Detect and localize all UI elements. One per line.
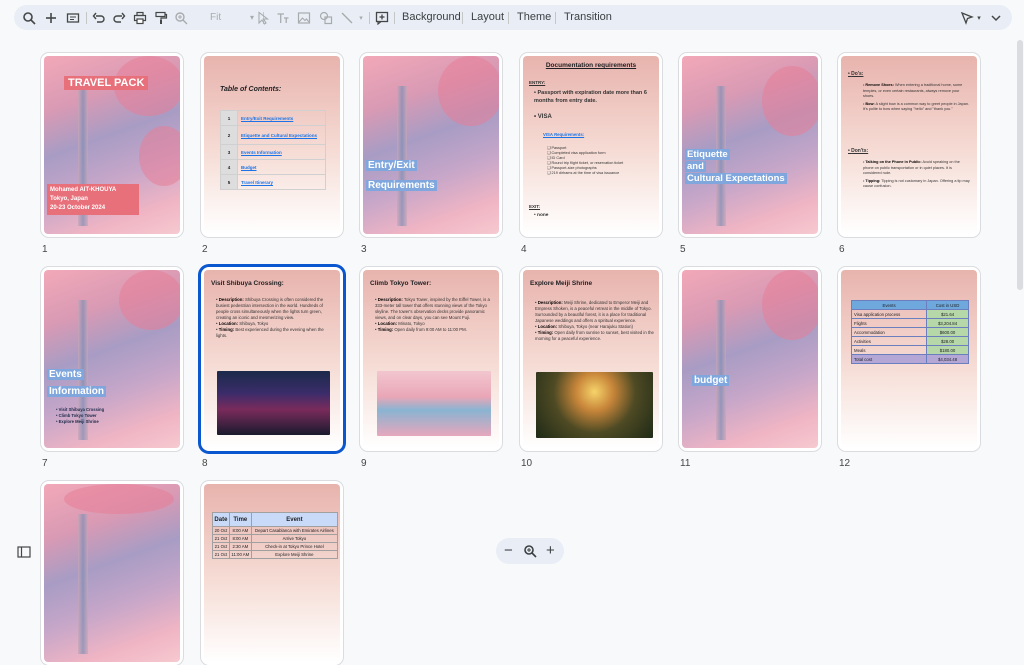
slide-dos-donts: • Do's: • Remove Shoes: When entering a … [841, 56, 977, 234]
author: Mohamed AIT-KHOUYA [50, 187, 117, 193]
chevron-down-icon[interactable]: ▾ [356, 5, 366, 30]
layout-button[interactable]: Layout [471, 5, 504, 30]
meiji-shrine-image [536, 372, 653, 438]
slide-number: 10 [521, 458, 533, 469]
slide-toc: Table of Contents: 1 Entry/Exit Requireme… [204, 56, 340, 234]
slide-section: Entry/Exit Requirements [363, 56, 499, 234]
undo-icon[interactable] [90, 5, 108, 30]
slide-thumbnail-9[interactable]: Climb Tokyo Tower: • Description: Tokyo … [360, 267, 502, 451]
slide-thumbnail-13[interactable] [41, 481, 183, 665]
slide-title: TRAVEL PACK [64, 76, 149, 90]
slide-number: 9 [361, 458, 367, 469]
textbox-icon[interactable] [274, 5, 292, 30]
tokyo-tower-image [377, 371, 491, 436]
redo-icon[interactable] [110, 5, 128, 30]
slide-budget-table: Events Cost in USD Visa application proce… [841, 270, 977, 448]
zoom-icon[interactable] [172, 5, 190, 30]
background-button[interactable]: Background [402, 5, 461, 30]
section-title: budget [692, 375, 730, 386]
new-slide-icon[interactable] [64, 5, 82, 30]
image-icon[interactable] [295, 5, 313, 30]
slide-thumbnail-5[interactable]: Etiquette and Cultural Expectations [679, 53, 821, 237]
toc-link[interactable]: Travel Itinerary [237, 174, 326, 190]
slide-number: 7 [42, 458, 48, 469]
visa-requirements-link[interactable]: VISA Requirements: [543, 132, 584, 138]
cover-info: Mohamed AIT-KHOUYA Tokyo, Japan 20-23 Oc… [47, 184, 139, 215]
section-title: Etiquette and Cultural Expectations [685, 149, 787, 184]
zoom-fit-select[interactable]: Fit ▾ [210, 8, 260, 27]
place: Tokyo, Japan [50, 196, 88, 202]
print-icon[interactable] [131, 5, 149, 30]
slide-title: Climb Tokyo Tower: [370, 280, 432, 287]
chevron-down-icon[interactable] [988, 5, 1004, 30]
zoom-fit-label: Fit [210, 12, 222, 23]
transition-button[interactable]: Transition [564, 5, 612, 30]
slide-number: 12 [839, 458, 851, 469]
toc-link[interactable]: Etiquette and Cultural Expectations [237, 125, 326, 145]
comment-icon[interactable] [373, 5, 391, 30]
slide-event: Visit Shibuya Crossing: • Description: S… [204, 270, 340, 448]
visa-list: ❏ Passport ❏ Completed visa application … [547, 146, 624, 175]
slide-section [44, 484, 180, 662]
scrollbar-thumb[interactable] [1017, 40, 1023, 290]
slide-thumbnail-10[interactable]: Explore Meiji Shrine • Description: Meij… [520, 267, 662, 451]
toolbar: Fit ▾ ▾ Background Layout Theme Transiti… [14, 5, 1012, 30]
slide-event: Explore Meiji Shrine • Description: Meij… [523, 270, 659, 448]
toc-link[interactable]: Entry/Exit Requirements [237, 110, 326, 126]
zoom-out-button[interactable]: − [504, 542, 513, 560]
slide-thumbnail-8[interactable]: Visit Shibuya Crossing: • Description: S… [201, 267, 343, 451]
slide-number: 11 [680, 458, 691, 469]
shape-icon[interactable] [317, 5, 335, 30]
select-icon[interactable] [254, 5, 272, 30]
panel-toggle-icon[interactable] [17, 545, 31, 558]
slide-section: Events Information • Visit Shibuya Cross… [44, 270, 180, 448]
chevron-down-icon[interactable]: ▾ [974, 5, 984, 30]
slide-docs: Documentation requirements ENTRY: • Pass… [523, 56, 659, 234]
zoom-icon[interactable] [523, 542, 537, 560]
search-icon[interactable] [20, 5, 38, 30]
slide-thumbnail-11[interactable]: budget [679, 267, 821, 451]
scrollbar[interactable] [1016, 36, 1024, 576]
slide-thumbnail-4[interactable]: Documentation requirements ENTRY: • Pass… [520, 53, 662, 237]
toc-link[interactable]: Budget [237, 159, 326, 175]
section-title: Entry/Exit Requirements [366, 160, 437, 191]
slide-thumbnail-6[interactable]: • Do's: • Remove Shoes: When entering a … [838, 53, 980, 237]
add-icon[interactable] [42, 5, 60, 30]
slide-section: budget [682, 270, 818, 448]
slide-number: 4 [521, 244, 527, 255]
line-icon[interactable] [338, 5, 356, 30]
slide-title: Explore Meiji Shrine [530, 280, 593, 287]
budget-table: Events Cost in USD Visa application proce… [850, 300, 969, 364]
slide-number: 3 [361, 244, 367, 255]
slide-number: 8 [202, 458, 208, 469]
slide-title: Table of Contents: [220, 86, 282, 93]
slide-title: Visit Shibuya Crossing: [211, 280, 284, 287]
slide-thumbnail-14[interactable]: Date Time Event 20 Oct 8:00 AM Depart Casabl… [201, 481, 343, 665]
slide-thumbnail-7[interactable]: Events Information • Visit Shibuya Cross… [41, 267, 183, 451]
slide-thumbnail-1[interactable]: TRAVEL PACK Mohamed AIT-KHOUYA Tokyo, Ja… [41, 53, 183, 237]
slide-event: Climb Tokyo Tower: • Description: Tokyo … [363, 270, 499, 448]
paint-format-icon[interactable] [152, 5, 170, 30]
slide-thumbnail-3[interactable]: Entry/Exit Requirements [360, 53, 502, 237]
dates: 20-23 October 2024 [50, 205, 106, 211]
slide-number: 5 [680, 244, 686, 255]
slide-itinerary: Date Time Event 20 Oct 8:00 AM Depart Casabl… [204, 484, 340, 662]
slide-thumbnail-12[interactable]: Events Cost in USD Visa application proce… [838, 267, 980, 451]
shibuya-image [217, 371, 330, 435]
zoom-controls: − + [496, 538, 564, 564]
toc-table: 1 Entry/Exit Requirements 2 Etiquette and … [220, 110, 326, 190]
itinerary-table: Date Time Event 20 Oct 8:00 AM Depart Casabl… [212, 512, 339, 559]
section-title: Events Information [47, 369, 106, 397]
theme-button[interactable]: Theme [517, 5, 551, 30]
toc-link[interactable]: Events Information [237, 144, 326, 160]
slide-number: 1 [42, 244, 48, 255]
slide-number: 2 [202, 244, 208, 255]
zoom-in-button[interactable]: + [546, 542, 555, 560]
slide-thumbnail-2[interactable]: Table of Contents: 1 Entry/Exit Requireme… [201, 53, 343, 237]
slide-cover: TRAVEL PACK Mohamed AIT-KHOUYA Tokyo, Ja… [44, 56, 180, 234]
slide-title: Documentation requirements [545, 62, 637, 69]
slide-section: Etiquette and Cultural Expectations [682, 56, 818, 234]
slide-number: 6 [839, 244, 845, 255]
